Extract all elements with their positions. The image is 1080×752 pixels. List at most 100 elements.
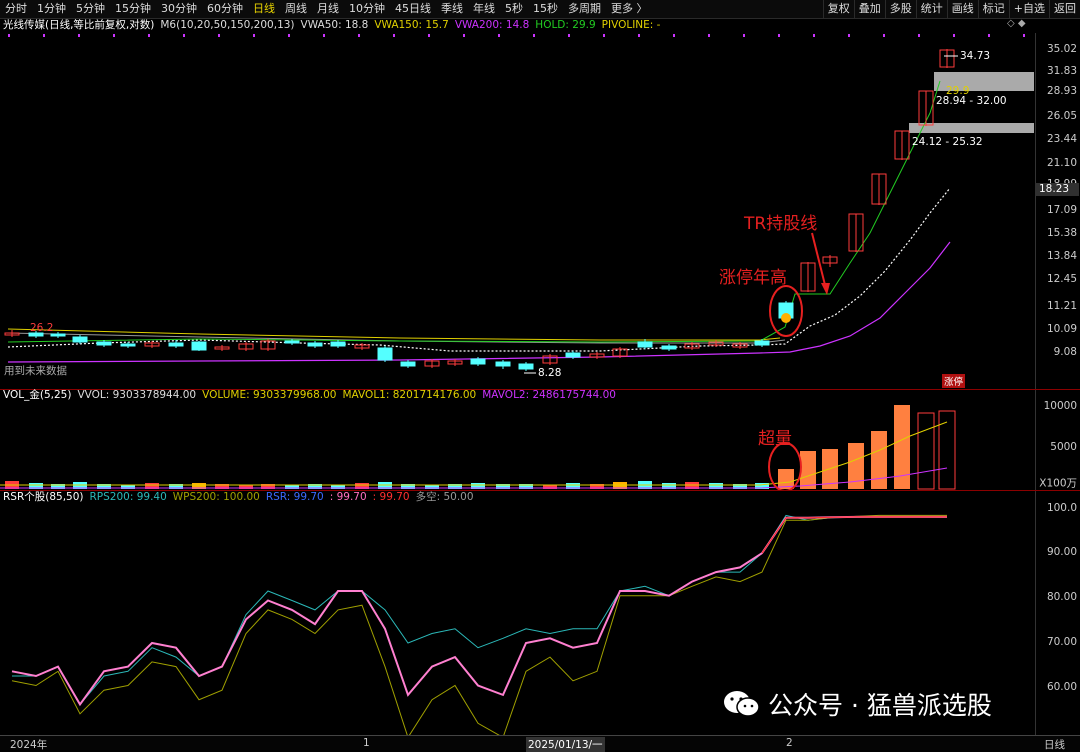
volume-info-bar: VOL_金(5,25) VVOL: 9303378944.00 VOLUME: … (0, 388, 616, 402)
tr-arrow (811, 232, 827, 290)
vol-unit: X100万 (1039, 477, 1077, 490)
candle-body (120, 343, 136, 347)
rsr-tick: 90.00 (1046, 546, 1077, 558)
marker-dot (848, 34, 850, 37)
marker-dot (78, 34, 80, 37)
candlestick-chart[interactable]: 34.7326.28.2829.928.94 - 32.0024.12 - 25… (0, 33, 1035, 389)
marker-dot (253, 34, 255, 37)
limit-up-high-annotation: 涨停年高 (719, 268, 787, 288)
candle-body (377, 347, 393, 361)
rsr-value: RSR: 99.70 (265, 491, 324, 503)
time-axis: 2024年 1 2025/01/13/一 2 日线 (0, 735, 1080, 752)
toolbar-right-buttons: 复权 叠加 多股 统计 画线 标记 +自选 返回 (822, 0, 1080, 18)
toolbar-button-0[interactable]: 复权 (822, 0, 854, 18)
tab-12[interactable]: 年线 (468, 0, 500, 18)
rps200-line (12, 514, 948, 706)
candle-body (661, 345, 677, 350)
rsr-tick: 80.00 (1046, 591, 1077, 603)
volume-bar (871, 431, 887, 489)
volume-chart[interactable] (0, 402, 1035, 490)
candle-body (518, 363, 534, 370)
wps200-value: WPS200: 100.00 (172, 491, 260, 503)
main-info-bar: 光线传媒(日线,等比前复权,对数) M6(10,20,50,150,200,13… (0, 18, 660, 32)
toolbar-button-6[interactable]: +自选 (1008, 0, 1049, 18)
rsr-tick: 100.0 (1046, 502, 1077, 514)
price-tick: 26.05 (1046, 110, 1077, 122)
tab-5[interactable]: 60分钟 (202, 0, 248, 18)
tab-16[interactable]: 更多 〉 (606, 0, 653, 18)
volume-axis: 10000 5000 X100万 (1035, 390, 1080, 490)
price-tick: 23.44 (1046, 133, 1077, 145)
tab-13[interactable]: 5秒 (500, 0, 528, 18)
tr-line-annotation: TR持股线 (744, 214, 818, 234)
rsr-axis: 100.0 90.00 80.00 70.00 60.00 (1035, 491, 1080, 735)
volume-title[interactable]: VOL_金(5,25) (3, 388, 71, 402)
marker-dot (1023, 34, 1025, 37)
period-tabs: 分时 1分钟 5分钟 15分钟 30分钟 60分钟 日线 周线 月线 10分钟 45日线 季线 年线 5秒… (0, 0, 653, 18)
marker-dot (463, 34, 465, 37)
marker-dot (113, 34, 115, 37)
x-tick: 2024年 (10, 739, 48, 751)
future-data-note: 用到未来数据 (4, 365, 67, 377)
marker-dot (673, 34, 675, 37)
rsr-line (11, 515, 947, 707)
tab-3[interactable]: 15分钟 (110, 0, 156, 18)
price-tick: 31.83 (1046, 65, 1077, 77)
candle-body (495, 361, 511, 367)
candle-body (400, 361, 416, 367)
duokong-value: 多空: 50.00 (415, 491, 474, 503)
marker-dot (183, 34, 185, 37)
vol-tick: 10000 (1043, 400, 1077, 412)
tab-14[interactable]: 15秒 (528, 0, 563, 18)
vwa200-value: VWA200: 14.8 (454, 19, 530, 31)
tab-4[interactable]: 30分钟 (156, 0, 202, 18)
vol-tick: 5000 (1050, 441, 1077, 453)
marker-dot (813, 34, 815, 37)
volume-surge-annotation: 超量 (758, 429, 792, 449)
toolbar-button-7[interactable]: 返回 (1049, 0, 1080, 18)
marker-dot (358, 34, 360, 37)
marker-dot (148, 34, 150, 37)
toolbar-button-3[interactable]: 统计 (915, 0, 947, 18)
tab-10[interactable]: 45日线 (390, 0, 436, 18)
tab-2[interactable]: 5分钟 (71, 0, 110, 18)
rsr-title[interactable]: RSR个股(85,50) (3, 490, 84, 504)
candle-body (96, 341, 112, 346)
tab-6[interactable]: 日线 (248, 0, 280, 18)
stock-title[interactable]: 光线传媒(日线,等比前复权,对数) (3, 18, 154, 32)
marker-dot (288, 34, 290, 37)
chart-settings-icons[interactable]: ◇ ◆ (1007, 18, 1026, 29)
ma-label: M6(10,20,50,150,200,13) (160, 19, 295, 31)
left-price-label: 26.2 (30, 322, 53, 334)
marker-dot (778, 34, 780, 37)
marker-dot (708, 34, 710, 37)
price-tick: 10.09 (1046, 323, 1077, 335)
toolbar-button-5[interactable]: 标记 (977, 0, 1009, 18)
rps200-value: RPS200: 99.40 (89, 491, 167, 503)
marker-dot (533, 34, 535, 37)
toolbar-button-1[interactable]: 叠加 (853, 0, 885, 18)
candle-body (72, 336, 88, 343)
tab-15[interactable]: 多周期 (563, 0, 606, 18)
toolbar-button-2[interactable]: 多股 (884, 0, 916, 18)
x-tick: 2 (786, 737, 793, 749)
tab-0[interactable]: 分时 (0, 0, 32, 18)
tab-11[interactable]: 季线 (436, 0, 468, 18)
tab-7[interactable]: 周线 (280, 0, 312, 18)
rsr-red-line (761, 516, 947, 554)
current-price-tag: 18.23 (1035, 183, 1079, 196)
mavol2-value: MAVOL2: 2486175744.00 (482, 389, 616, 401)
tab-9[interactable]: 10分钟 (344, 0, 390, 18)
tab-8[interactable]: 月线 (312, 0, 344, 18)
marker-dot (393, 34, 395, 37)
marker-dot (43, 34, 45, 37)
gap-zone-label: 24.12 - 25.32 (912, 136, 983, 148)
tab-1[interactable]: 1分钟 (32, 0, 71, 18)
price-axis: 35.0231.8328.9326.0523.4421.1018.9917.09… (1035, 33, 1080, 389)
toolbar-button-4[interactable]: 画线 (946, 0, 978, 18)
x-tick: 1 (363, 737, 370, 749)
marker-dot (638, 34, 640, 37)
candle-body (191, 341, 207, 351)
candle-body (168, 342, 184, 347)
price-tick: 28.93 (1046, 85, 1077, 97)
